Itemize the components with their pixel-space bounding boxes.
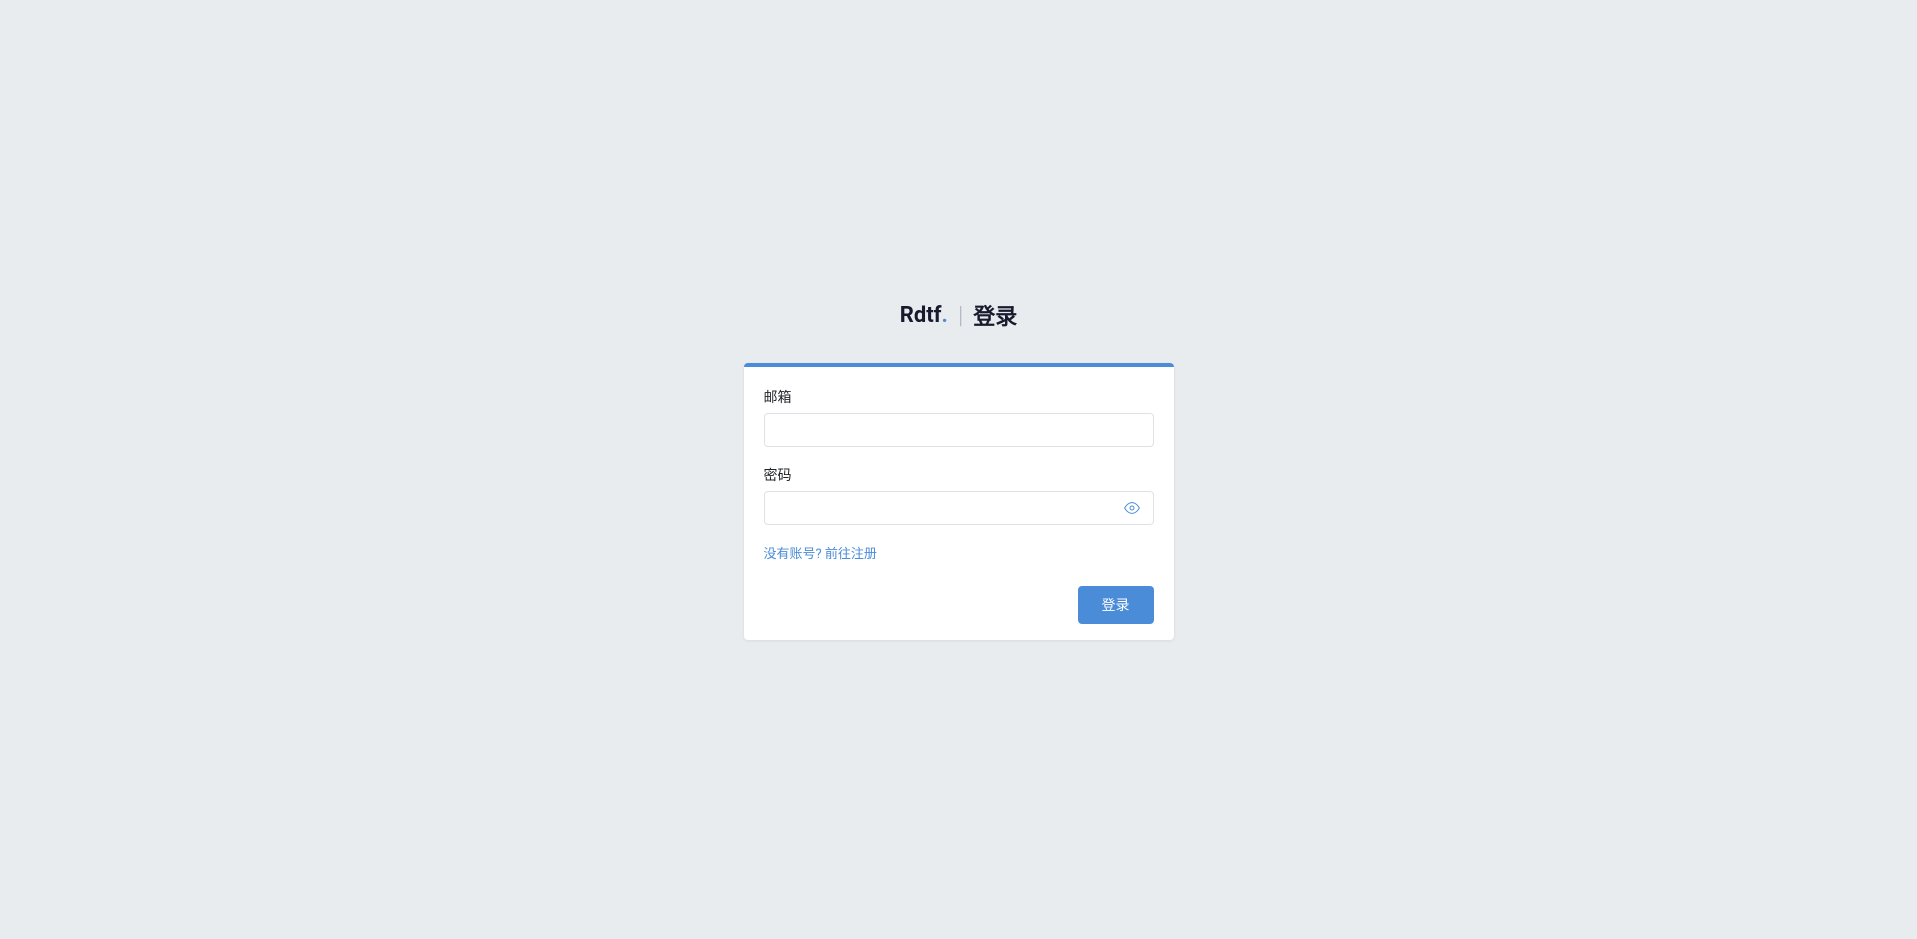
email-form-group: 邮箱 bbox=[764, 387, 1154, 447]
page-name: 登录 bbox=[973, 299, 1017, 331]
login-card: 邮箱 密码 没有账号? 前往注册 登录 bbox=[744, 363, 1174, 640]
title-divider: | bbox=[958, 301, 963, 329]
password-form-group: 密码 bbox=[764, 465, 1154, 525]
password-wrapper bbox=[764, 491, 1154, 525]
header-title: Rdtf. | 登录 bbox=[900, 299, 1018, 331]
brand-logo: Rdtf. bbox=[900, 303, 948, 328]
password-label: 密码 bbox=[764, 465, 1154, 485]
page-header: Rdtf. | 登录 bbox=[744, 299, 1174, 331]
login-button[interactable]: 登录 bbox=[1078, 586, 1154, 624]
brand-name: Rdtf bbox=[900, 303, 942, 328]
eye-icon bbox=[1124, 500, 1140, 516]
toggle-password-visibility-button[interactable] bbox=[1120, 496, 1144, 520]
register-link[interactable]: 没有账号? 前往注册 bbox=[764, 543, 1154, 562]
email-input[interactable] bbox=[764, 413, 1154, 447]
brand-dot: . bbox=[942, 303, 948, 328]
password-input[interactable] bbox=[764, 491, 1154, 525]
button-row: 登录 bbox=[764, 586, 1154, 624]
email-label: 邮箱 bbox=[764, 387, 1154, 407]
login-container: Rdtf. | 登录 邮箱 密码 没有账号? 前往注册 bbox=[724, 279, 1194, 660]
